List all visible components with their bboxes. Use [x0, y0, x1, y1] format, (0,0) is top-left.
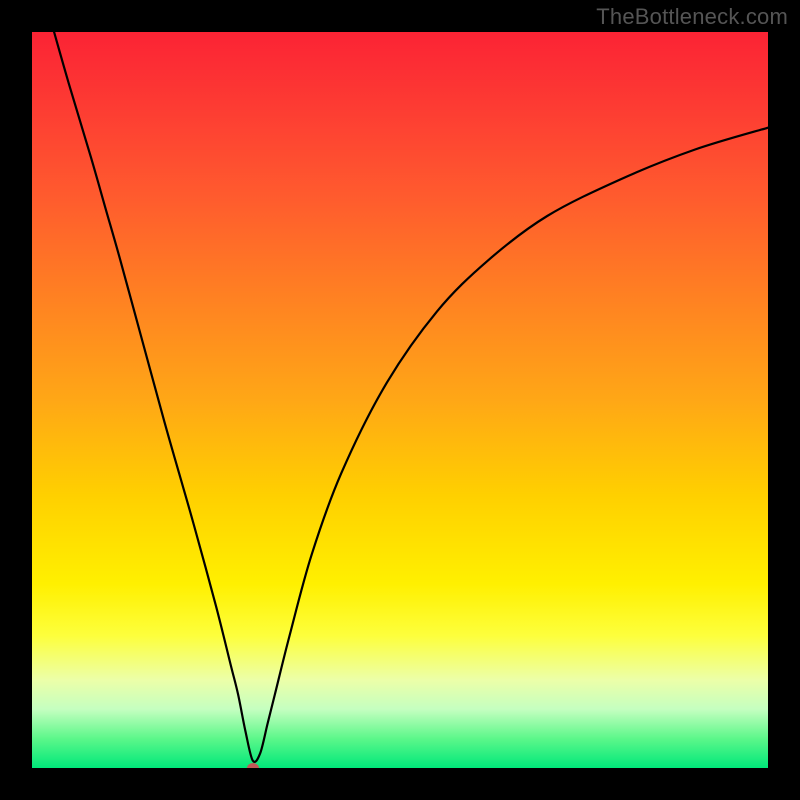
- curve-layer: [32, 32, 768, 768]
- plot-area: [32, 32, 768, 768]
- minimum-marker: [247, 763, 259, 768]
- watermark-text: TheBottleneck.com: [596, 4, 788, 30]
- bottleneck-curve: [54, 32, 768, 762]
- chart-frame: TheBottleneck.com: [0, 0, 800, 800]
